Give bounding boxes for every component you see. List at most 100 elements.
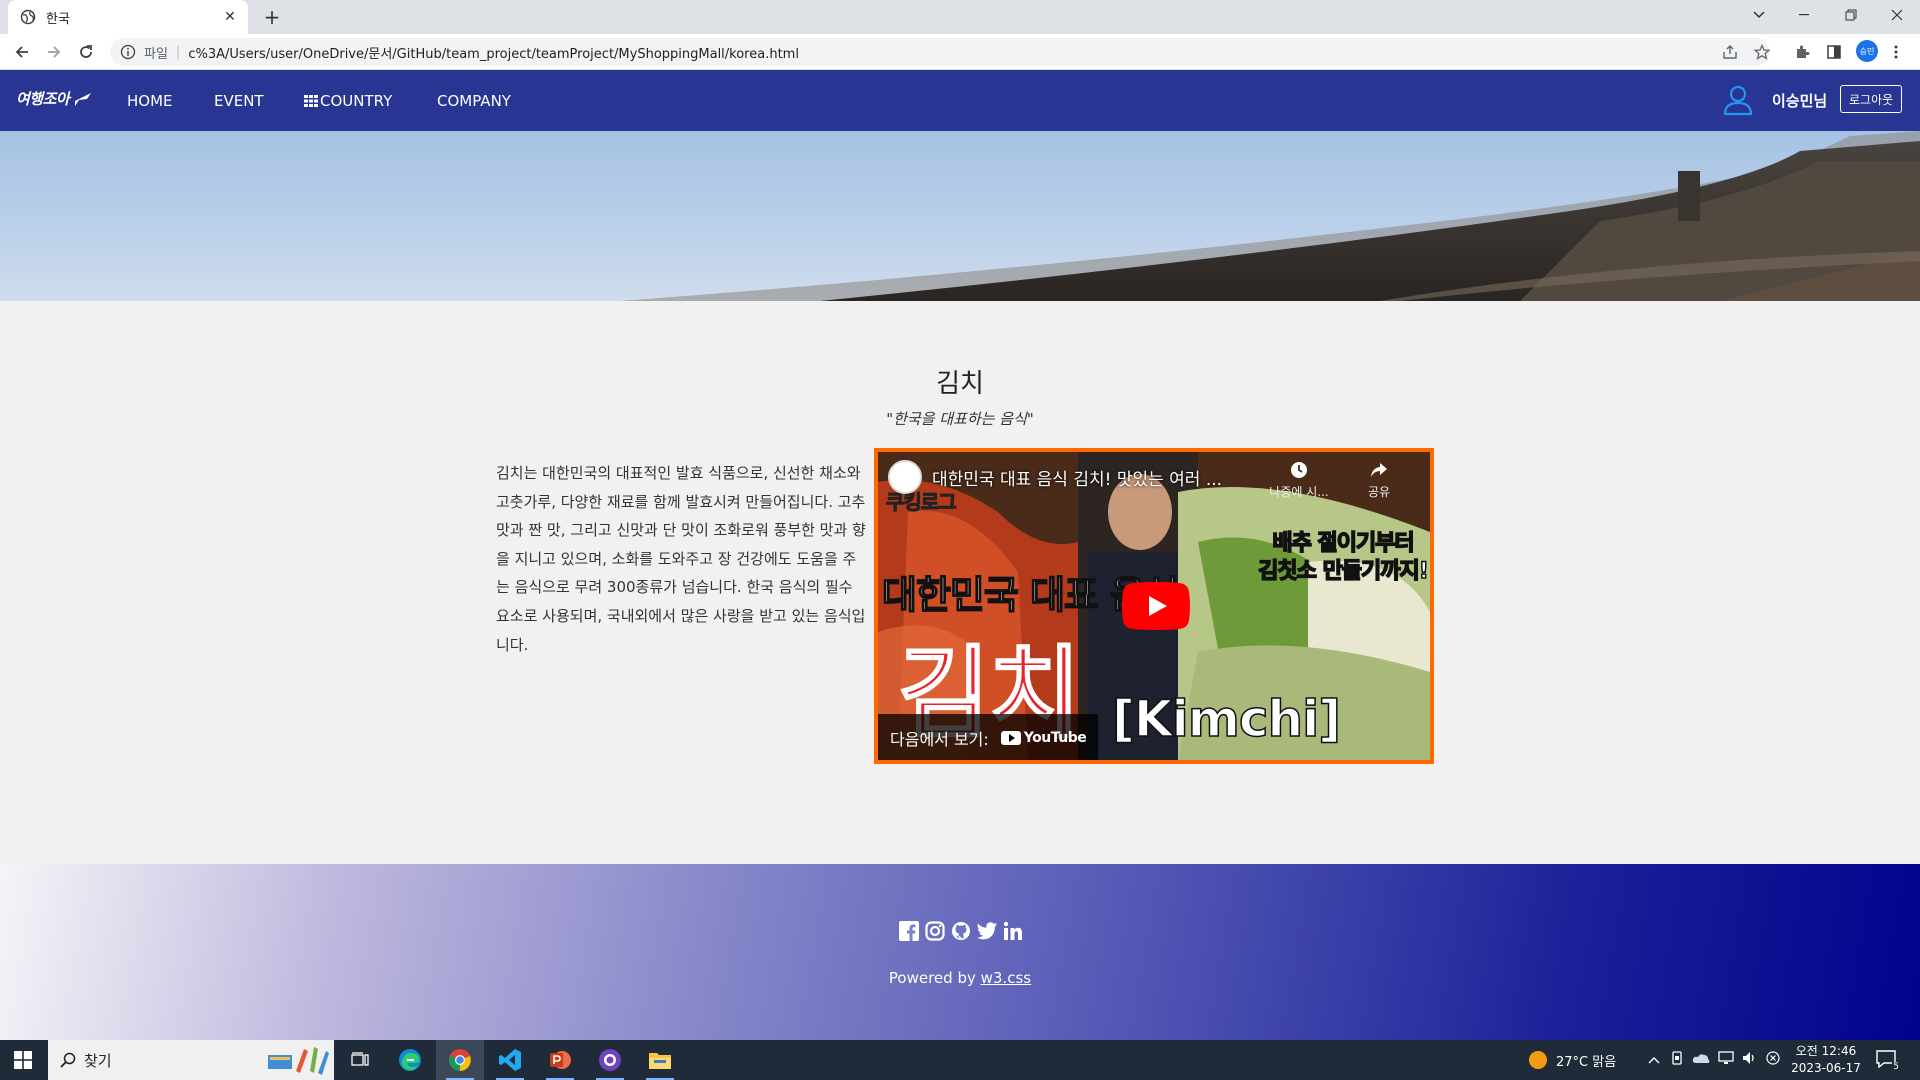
grid-icon	[304, 94, 318, 107]
tray-app-icon[interactable]	[1670, 1051, 1684, 1069]
video-title[interactable]: 대한민국 대표 음식 김치! 맛있는 여러 ...	[932, 465, 1262, 490]
play-button-icon[interactable]	[1122, 582, 1190, 630]
nav-home[interactable]: HOME	[127, 70, 173, 131]
powered-by: Powered by w3.css	[0, 969, 1920, 987]
notification-count: 5	[1892, 1062, 1900, 1072]
reload-button[interactable]	[74, 40, 98, 64]
airplane-icon	[71, 92, 92, 106]
chrome-icon	[449, 1049, 471, 1071]
tab-title: 한국	[46, 11, 70, 27]
back-button[interactable]	[10, 40, 34, 64]
instagram-icon[interactable]	[924, 920, 946, 942]
status-x-icon[interactable]	[1766, 1051, 1780, 1069]
food-description: 김치는 대한민국의 대표적인 발효 식품으로, 신선한 채소와 고춧가루, 다양…	[496, 464, 866, 654]
edge-icon	[399, 1049, 421, 1071]
volume-icon[interactable]	[1742, 1051, 1758, 1069]
vscode-icon	[499, 1049, 521, 1071]
twitter-icon[interactable]	[976, 920, 998, 942]
tab-close-icon[interactable]: ✕	[222, 9, 238, 25]
search-highlight-icon	[268, 1047, 329, 1075]
thumbnail-caption-line2: 김칫소 만들기까지!	[1257, 558, 1429, 585]
thumbnail-caption: 배추 절이기부터 김칫소 만들기까지!	[1257, 530, 1429, 586]
address-bar[interactable]: 파일 | c%3A/Users/user/OneDrive/문서/GitHub/…	[110, 38, 1770, 66]
minimize-button[interactable]	[1782, 0, 1828, 30]
thumbnail-kimchi-en: [Kimchi]	[1111, 689, 1342, 749]
restore-button[interactable]	[1828, 0, 1874, 30]
taskbar-clock[interactable]: 오전 12:46 2023-06-17	[1788, 1043, 1864, 1077]
tab-search-icon[interactable]	[1736, 0, 1782, 30]
onedrive-icon[interactable]	[1692, 1052, 1710, 1068]
share-icon[interactable]	[1720, 42, 1740, 62]
nav-company[interactable]: COMPANY	[437, 70, 511, 131]
weather-text: 27°C 맑음	[1556, 1054, 1617, 1070]
nav-event[interactable]: EVENT	[214, 70, 264, 131]
network-icon[interactable]	[1718, 1051, 1734, 1069]
task-view-button[interactable]	[336, 1040, 384, 1080]
nav-country[interactable]: COUNTRY	[304, 70, 392, 131]
taskbar-edge[interactable]	[386, 1040, 434, 1080]
url-scheme: 파일	[144, 46, 168, 62]
taskbar-vscode[interactable]	[486, 1040, 534, 1080]
watch-on-youtube-button[interactable]: 다음에서 보기: YouTube	[878, 714, 1099, 760]
taskbar-github-desktop[interactable]	[586, 1040, 634, 1080]
youtube-logo: YouTube	[1000, 730, 1087, 746]
watch-on-label: 다음에서 보기:	[890, 730, 989, 749]
browser-toolbar: 파일 | c%3A/Users/user/OneDrive/문서/GitHub/…	[0, 34, 1920, 70]
search-icon	[60, 1052, 76, 1068]
powered-by-prefix: Powered by	[888, 969, 981, 987]
search-placeholder: 찾기	[84, 1051, 112, 1070]
site-logo[interactable]: 여행조아	[16, 88, 93, 109]
watch-later-button[interactable]: 나중에 시...	[1264, 460, 1334, 500]
chrome-menu-icon[interactable]	[1886, 42, 1906, 62]
site-navbar: 여행조아 HOME EVENT COUNTRY COMPANY 이승민님 로그아…	[0, 70, 1920, 131]
video-header: 대한민국 대표 음식 김치! 맛있는 여러 ...	[888, 460, 1262, 494]
site-logo-text: 여행조아	[16, 90, 70, 108]
hero-banner	[0, 131, 1920, 301]
windows-taskbar: 찾기 27°C 맑음 오전 12:46 2023-06-17 5	[0, 1040, 1920, 1080]
food-subtitle: "한국을 대표하는 음식"	[886, 410, 1034, 428]
clock-icon	[1291, 462, 1307, 478]
main-content: 김치 "한국을 대표하는 음식" 김치는 대한민국의 대표적인 발효 식품으로,…	[0, 301, 1920, 864]
taskbar-powerpoint[interactable]	[536, 1040, 584, 1080]
new-tab-button[interactable]: +	[258, 4, 286, 30]
url-text[interactable]: c%3A/Users/user/OneDrive/문서/GitHub/team_…	[188, 43, 799, 62]
start-button[interactable]	[0, 1040, 46, 1080]
food-title: 김치	[936, 369, 984, 399]
youtube-embed[interactable]: 대한민국 대표 음식 김치 [Kimchi] 배추 절이기부터 김칫소 만들기까…	[874, 448, 1434, 764]
task-view-icon	[351, 1052, 369, 1066]
close-window-button[interactable]	[1874, 0, 1920, 30]
facebook-icon[interactable]	[898, 920, 920, 942]
side-panel-icon[interactable]	[1824, 42, 1844, 62]
taskbar-file-explorer[interactable]	[636, 1040, 684, 1080]
taskbar-search[interactable]: 찾기	[48, 1040, 334, 1080]
w3css-link[interactable]: w3.css	[981, 969, 1031, 987]
youtube-play-icon	[1000, 731, 1021, 745]
sun-icon	[1529, 1051, 1547, 1069]
folder-icon	[649, 1053, 671, 1069]
notification-center-button[interactable]: 5	[1876, 1040, 1900, 1080]
extensions-icon[interactable]	[1792, 42, 1812, 62]
share-arrow-icon	[1371, 463, 1387, 477]
channel-avatar[interactable]	[888, 460, 922, 494]
bookmark-star-icon[interactable]	[1752, 42, 1772, 62]
linkedin-icon[interactable]	[1002, 920, 1024, 942]
share-video-label: 공유	[1367, 485, 1391, 499]
nav-country-label: COUNTRY	[320, 91, 393, 110]
social-links	[898, 920, 1024, 942]
tray-chevron-icon[interactable]	[1648, 1053, 1660, 1068]
logout-button[interactable]: 로그아웃	[1840, 85, 1903, 113]
browser-tab[interactable]: 한국 ✕	[8, 0, 248, 34]
github-icon[interactable]	[950, 920, 972, 942]
globe-icon	[20, 9, 36, 25]
user-name: 이승민님	[1772, 92, 1828, 110]
weather-widget[interactable]: 27°C 맑음	[1528, 1040, 1616, 1080]
forward-button[interactable]	[42, 40, 66, 64]
profile-avatar[interactable]: 승민	[1856, 40, 1878, 62]
clock-date: 2023-06-17	[1791, 1061, 1861, 1075]
taskbar-chrome[interactable]	[436, 1040, 484, 1080]
user-icon[interactable]	[1722, 84, 1754, 116]
share-video-button[interactable]: 공유	[1354, 460, 1404, 500]
site-info-icon[interactable]	[120, 44, 136, 60]
notification-icon: 5	[1876, 1050, 1900, 1072]
watch-later-label: 나중에 시...	[1269, 485, 1329, 499]
